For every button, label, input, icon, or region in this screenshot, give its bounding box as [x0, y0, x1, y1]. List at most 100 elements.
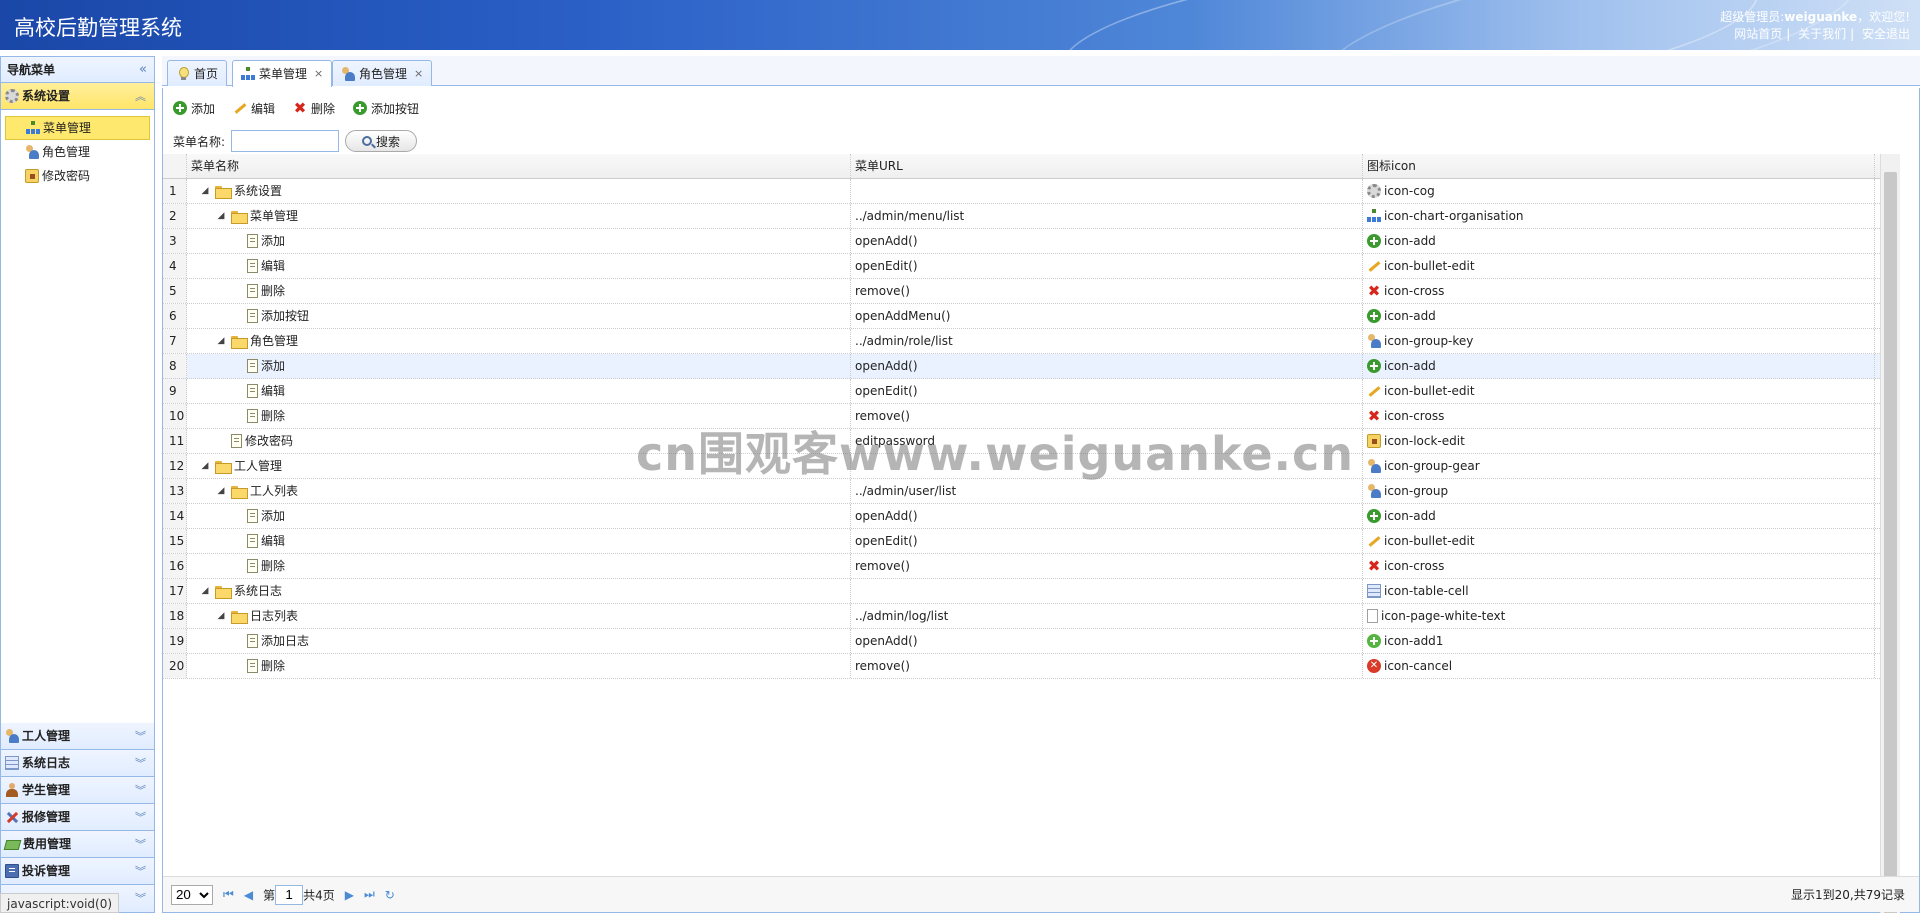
sidebar-section-students[interactable]: 学生管理 ︾ [1, 777, 154, 804]
menu-name: 添加 [261, 509, 286, 523]
add-menu-button[interactable]: 添加按钮 [353, 100, 419, 117]
expand-toggle-icon[interactable]: ◢ [214, 204, 228, 228]
tab-home[interactable]: 首页 [167, 60, 228, 86]
menu-icon-cell: icon-add [1363, 304, 1875, 328]
expand-toggle-icon[interactable]: ◢ [214, 479, 228, 503]
table-row[interactable]: 17 ◢ 系统日志 icon-table-cell [163, 579, 1900, 604]
row-number: 15 [163, 529, 187, 553]
menu-url-cell: remove() [851, 279, 1363, 303]
prev-page-icon[interactable]: ◀ [244, 888, 253, 902]
about-link[interactable]: 关于我们 [1798, 27, 1846, 41]
menu-name: 日志列表 [250, 609, 299, 623]
chevron-down-icon[interactable]: ︾ [135, 858, 146, 885]
table-row[interactable]: 15 编辑 openEdit() icon-bullet-edit [163, 529, 1900, 554]
row-number: 16 [163, 554, 187, 578]
chevron-up-icon[interactable]: ︽ [135, 83, 146, 110]
page-number-input[interactable] [275, 884, 304, 905]
expand-toggle-icon[interactable]: ◢ [198, 579, 212, 603]
table-row[interactable]: 1 ◢ 系统设置 icon-cog [163, 179, 1900, 204]
chevron-down-icon[interactable]: ︾ [135, 831, 146, 858]
close-icon[interactable]: × [314, 62, 323, 86]
scrollbar-thumb[interactable] [1884, 172, 1897, 913]
menu-url-cell: openAdd() [851, 504, 1363, 528]
tab-menu-management[interactable]: 菜单管理 × [232, 60, 333, 87]
table-row[interactable]: 3 添加 openAdd() icon-add [163, 229, 1900, 254]
lock-edit-icon [1367, 434, 1381, 448]
chevron-down-icon[interactable]: ︾ [135, 885, 146, 912]
table-row[interactable]: 16 删除 remove() ✖ icon-cross [163, 554, 1900, 579]
last-page-icon[interactable]: ⏭ [364, 887, 375, 902]
table-row[interactable]: 5 删除 remove() ✖ icon-cross [163, 279, 1900, 304]
table-row[interactable]: 2 ◢ 菜单管理 ../admin/menu/list icon-chart-organ… [163, 204, 1900, 229]
table-row[interactable]: 14 添加 openAdd() icon-add [163, 504, 1900, 529]
table-row[interactable]: 7 ◢ 角色管理 ../admin/role/list icon-group-key [163, 329, 1900, 354]
table-row[interactable]: 9 编辑 openEdit() icon-bullet-edit [163, 379, 1900, 404]
home-link[interactable]: 网站首页 [1734, 27, 1782, 41]
expand-toggle-icon[interactable]: ◢ [198, 454, 212, 478]
watermark: cn围观客www.weiguanke.cn [636, 427, 1355, 481]
search-label: 菜单名称: [173, 134, 226, 149]
sidebar-header: 导航菜单 « [1, 57, 154, 83]
sidebar-section-complaints[interactable]: 投诉管理 ︾ [1, 858, 154, 885]
expand-toggle-icon[interactable]: ◢ [214, 604, 228, 628]
table-icon [1367, 584, 1381, 598]
collapse-sidebar-icon[interactable]: « [139, 57, 147, 83]
search-button[interactable]: 搜索 [345, 130, 418, 152]
pencil-icon [1367, 259, 1381, 273]
table-row[interactable]: 18 ◢ 日志列表 ../admin/log/list icon-page-white-… [163, 604, 1900, 629]
icon-class-name: icon-cross [1384, 284, 1445, 298]
sidebar-section-fees[interactable]: 费用管理 ︾ [1, 831, 154, 858]
sidebar-item-menu-management[interactable]: 菜单管理 [5, 116, 150, 140]
sidebar-item-role-management[interactable]: 角色管理 [5, 140, 150, 164]
delete-button[interactable]: ✖ 删除 [293, 100, 335, 117]
sidebar-section-system-settings[interactable]: 系统设置 ︽ [1, 83, 154, 110]
column-header[interactable]: 图标icon [1363, 154, 1875, 178]
chevron-down-icon[interactable]: ︾ [135, 777, 146, 804]
menu-name-cell: ◢ 角色管理 [187, 329, 851, 353]
first-page-icon[interactable]: ⏮ [223, 887, 234, 902]
sidebar-section-repairs[interactable]: 报修管理 ︾ [1, 804, 154, 831]
table-row[interactable]: 8 添加 openAdd() icon-add [163, 354, 1900, 379]
add-icon [1367, 509, 1381, 523]
tab-role-management[interactable]: 角色管理 × [332, 60, 433, 86]
add-button[interactable]: 添加 [173, 100, 215, 117]
chevron-down-icon[interactable]: ︾ [135, 723, 146, 750]
menu-name: 工人列表 [250, 484, 299, 498]
column-header[interactable]: 菜单URL [851, 154, 1363, 178]
org-chart-icon [26, 121, 40, 135]
file-icon [247, 284, 258, 298]
sidebar-item-change-password[interactable]: 修改密码 [5, 164, 150, 188]
add-circle-icon [1367, 634, 1381, 648]
menu-name-cell: 删除 [187, 554, 851, 578]
chevron-down-icon[interactable]: ︾ [135, 750, 146, 777]
menu-name-cell: 编辑 [187, 379, 851, 403]
table-row[interactable]: 19 添加日志 openAdd() icon-add1 [163, 629, 1900, 654]
table-row[interactable]: 4 编辑 openEdit() icon-bullet-edit [163, 254, 1900, 279]
next-page-icon[interactable]: ▶ [345, 888, 354, 902]
expand-toggle-icon[interactable]: ◢ [198, 179, 212, 203]
gear-icon [5, 89, 19, 103]
logout-link[interactable]: 安全退出 [1862, 27, 1910, 41]
row-number: 18 [163, 604, 187, 628]
table-row[interactable]: 6 添加按钮 openAddMenu() icon-add [163, 304, 1900, 329]
refresh-icon[interactable]: ↻ [385, 888, 395, 902]
menu-url-cell: openEdit() [851, 529, 1363, 553]
menu-name-cell: ◢ 系统设置 [187, 179, 851, 203]
page-size-select[interactable]: 20 [171, 884, 213, 905]
close-icon[interactable]: × [414, 62, 423, 86]
search-input[interactable] [231, 130, 340, 152]
tab-bar: 首页 菜单管理 × 角色管理 × [162, 56, 1920, 87]
menu-name: 编辑 [261, 384, 286, 398]
search-bar: 菜单名称: 搜索 [173, 130, 418, 152]
sidebar-section-workers[interactable]: 工人管理 ︾ [1, 723, 154, 750]
vertical-scrollbar[interactable] [1880, 154, 1900, 913]
sidebar-section-logs[interactable]: 系统日志 ︾ [1, 750, 154, 777]
column-header[interactable]: 菜单名称 [187, 154, 851, 178]
edit-button[interactable]: 编辑 [233, 100, 275, 117]
row-number: 7 [163, 329, 187, 353]
chevron-down-icon[interactable]: ︾ [135, 804, 146, 831]
expand-toggle-icon[interactable]: ◢ [214, 329, 228, 353]
pencil-icon [233, 101, 247, 115]
menu-name-cell: 添加按钮 [187, 304, 851, 328]
table-row[interactable]: 20 删除 remove() ✕ icon-cancel [163, 654, 1900, 679]
